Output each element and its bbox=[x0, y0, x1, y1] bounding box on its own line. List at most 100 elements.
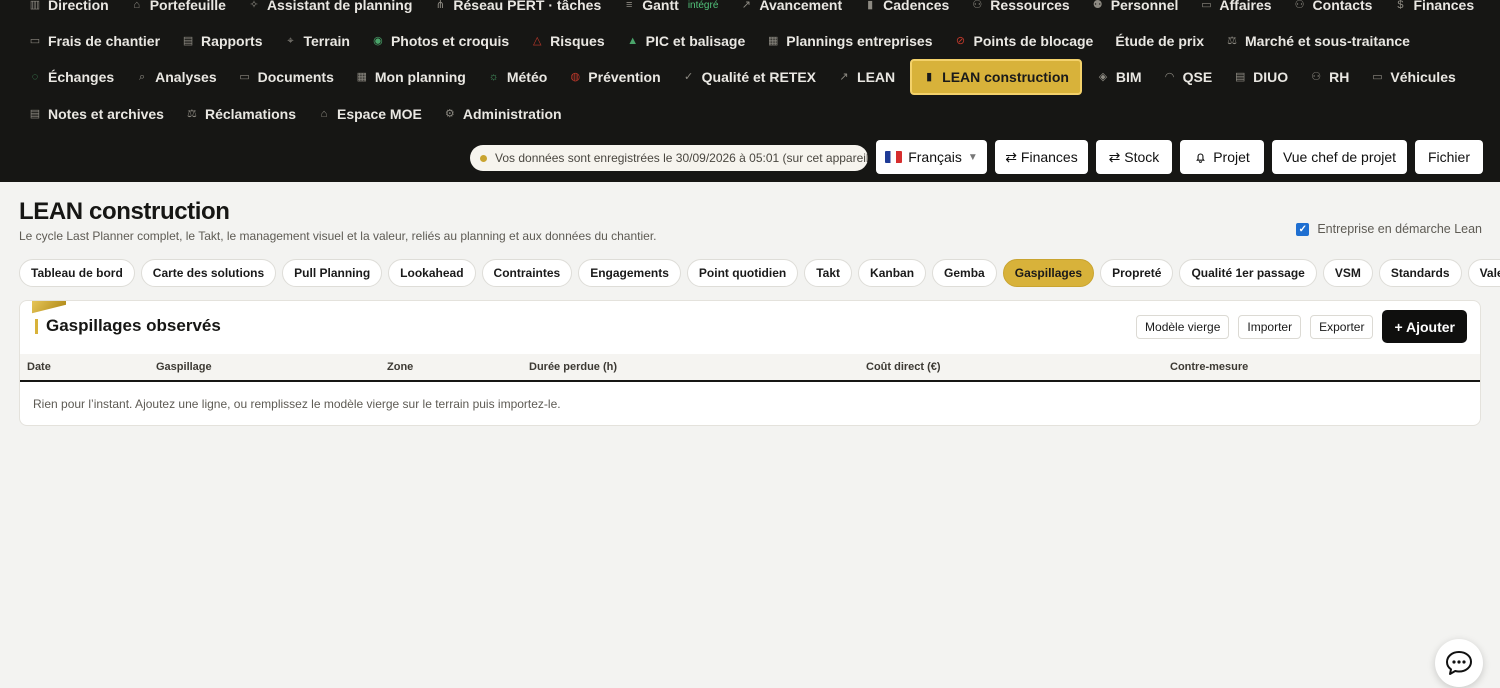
integrated-badge: intégré bbox=[687, 0, 719, 11]
lean-enterprise-label: Entreprise en démarche Lean bbox=[1317, 222, 1482, 236]
nav-item-personnel[interactable]: ⚉ Personnel bbox=[1081, 0, 1190, 20]
subtab-lookahead[interactable]: Lookahead bbox=[388, 259, 476, 287]
nav-item-risques[interactable]: △ Risques bbox=[520, 26, 615, 56]
nav-item-plannings-entreprises[interactable]: ▦ Plannings entreprises bbox=[756, 26, 943, 56]
subtab-engagements[interactable]: Engagements bbox=[578, 259, 681, 287]
vue-chef-projet-button[interactable]: Vue chef de projet bbox=[1272, 140, 1407, 174]
nav-item-assistant-de-planning[interactable]: ✧ Assistant de planning bbox=[237, 0, 423, 20]
subtab-contraintes[interactable]: Contraintes bbox=[481, 259, 573, 287]
nav-item-etude-de-prix[interactable]: Étude de prix bbox=[1104, 26, 1215, 56]
subtab-carte-des-solutions[interactable]: Carte des solutions bbox=[140, 259, 277, 287]
nav-item-rh[interactable]: ⚇ RH bbox=[1299, 62, 1360, 92]
lean-enterprise-checkbox[interactable]: ✓ Entreprise en démarche Lean bbox=[1296, 222, 1482, 236]
ticket-icon: ▭ bbox=[29, 35, 41, 47]
subtab-proprete[interactable]: Propreté bbox=[1100, 259, 1174, 287]
building-icon: ▥ bbox=[29, 0, 41, 11]
nav-item-bim[interactable]: ◈ BIM bbox=[1086, 62, 1153, 92]
top-navigation: ▥ Direction ⌂ Portefeuille ✧ Assistant de pla… bbox=[0, 0, 1500, 182]
column-header-zone[interactable]: Zone bbox=[387, 361, 413, 373]
save-status-text: Vos données sont enregistrées le 30/09/2… bbox=[495, 151, 868, 165]
nav-item-direction[interactable]: ▥ Direction bbox=[18, 0, 120, 20]
nav-item-lean-construction[interactable]: ▮ LEAN construction bbox=[910, 59, 1082, 95]
nav-item-qse[interactable]: ◠ QSE bbox=[1153, 62, 1224, 92]
nav-item-administration[interactable]: ⚙ Administration bbox=[433, 99, 573, 129]
fichier-button[interactable]: Fichier bbox=[1415, 140, 1483, 174]
nav-item-points-de-blocage[interactable]: ⊘ Points de blocage bbox=[944, 26, 1105, 56]
nav-item-label: Risques bbox=[550, 33, 605, 49]
nav-item-label: Échanges bbox=[48, 69, 115, 85]
language-label: Français bbox=[908, 149, 962, 165]
nav-item-notes-et-archives[interactable]: ▤ Notes et archives bbox=[18, 99, 175, 129]
nav-item-reseau-pert-taches[interactable]: ⋔ Réseau PERT · tâches bbox=[423, 0, 612, 20]
nav-item-label: Véhicules bbox=[1390, 69, 1456, 85]
nav-item-terrain[interactable]: ⌖ Terrain bbox=[274, 26, 361, 56]
finances-switch-button[interactable]: ⇄ Finances bbox=[995, 140, 1088, 174]
nav-item-label: Affaires bbox=[1219, 0, 1272, 13]
subtab-takt[interactable]: Takt bbox=[804, 259, 853, 287]
nav-item-cadences[interactable]: ▮ Cadences bbox=[853, 0, 960, 20]
subtab-gaspillages[interactable]: Gaspillages bbox=[1002, 259, 1095, 287]
column-header-date[interactable]: Date bbox=[27, 361, 51, 373]
nav-item-lean[interactable]: ↗ LEAN bbox=[827, 62, 906, 92]
projet-button[interactable]: Projet bbox=[1180, 140, 1264, 174]
nav-item-finances[interactable]: $ Finances bbox=[1383, 0, 1485, 20]
subtab-kanban[interactable]: Kanban bbox=[858, 259, 927, 287]
nav-item-ressources[interactable]: ⚇ Ressources bbox=[960, 0, 1080, 20]
nav-item-mon-planning[interactable]: ▦ Mon planning bbox=[345, 62, 477, 92]
subtab-gemba[interactable]: Gemba bbox=[932, 259, 997, 287]
language-select[interactable]: Français ▼ bbox=[876, 140, 987, 174]
template-button[interactable]: Modèle vierge bbox=[1136, 314, 1230, 339]
subtab-tableau-de-bord[interactable]: Tableau de bord bbox=[19, 259, 135, 287]
nav-item-portefeuille[interactable]: ⌂ Portefeuille bbox=[120, 0, 237, 20]
column-header-gaspillage[interactable]: Gaspillage bbox=[156, 361, 212, 373]
waste-card: Gaspillages observés Modèle vierge Impor… bbox=[19, 300, 1481, 426]
gantt-icon: ≡ bbox=[626, 0, 633, 11]
nav-item-espace-moe[interactable]: ⌂ Espace MOE bbox=[307, 99, 433, 129]
subtab-valeur[interactable]: Valeur bbox=[1467, 259, 1500, 287]
nav-item-affaires[interactable]: ▭ Affaires bbox=[1189, 0, 1282, 20]
nav-item-label: Administration bbox=[462, 106, 562, 122]
nav-item-analyses[interactable]: ⌕ Analyses bbox=[125, 62, 227, 92]
nav-item-label: RH bbox=[1329, 69, 1350, 85]
subtab-pull-planning[interactable]: Pull Planning bbox=[282, 259, 383, 287]
subtab-point-quotidien[interactable]: Point quotidien bbox=[686, 259, 799, 287]
chat-assistant-button[interactable] bbox=[1435, 639, 1483, 687]
nav-item-gantt[interactable]: ≡ Gantt intégré bbox=[612, 0, 729, 20]
nav-item-frais-de-chantier[interactable]: ▭ Frais de chantier bbox=[18, 26, 171, 56]
subtab-vsm[interactable]: VSM bbox=[1322, 259, 1373, 287]
column-header-cout[interactable]: Coût direct (€) bbox=[866, 361, 941, 373]
blocked-icon: ⊘ bbox=[955, 35, 966, 47]
contact-icon: ⚇ bbox=[1294, 0, 1305, 11]
shield-icon: ◍ bbox=[570, 71, 581, 83]
nav-item-vehicules[interactable]: ▭ Véhicules bbox=[1360, 62, 1466, 92]
nav-item-qualite-et-retex[interactable]: ✓ Qualité et RETEX bbox=[672, 62, 827, 92]
column-header-duree[interactable]: Durée perdue (h) bbox=[529, 361, 617, 373]
column-header-contre-mesure[interactable]: Contre-mesure bbox=[1170, 361, 1248, 373]
add-row-button[interactable]: + Ajouter bbox=[1382, 310, 1467, 343]
export-button[interactable]: Exporter bbox=[1310, 314, 1374, 339]
nav-item-photos-et-croquis[interactable]: ◉ Photos et croquis bbox=[361, 26, 520, 56]
nav-item-contacts[interactable]: ⚇ Contacts bbox=[1283, 0, 1384, 20]
nav-item-avancement[interactable]: ↗ Avancement bbox=[729, 0, 853, 20]
stock-switch-button[interactable]: ⇄ Stock bbox=[1096, 140, 1172, 174]
nav-item-pic-et-balisage[interactable]: ▲ PIC et balisage bbox=[616, 26, 757, 56]
nav-item-rapports[interactable]: ▤ Rapports bbox=[171, 26, 273, 56]
checkbox-checked-icon[interactable]: ✓ bbox=[1296, 222, 1310, 236]
nav-item-reclamations[interactable]: ⚖ Réclamations bbox=[175, 99, 307, 129]
nav-item-label: Rapports bbox=[201, 33, 263, 49]
nav-item-label: Personnel bbox=[1110, 0, 1179, 13]
import-button[interactable]: Importer bbox=[1238, 314, 1302, 339]
nav-item-documents[interactable]: ▭ Documents bbox=[228, 62, 345, 92]
nav-item-echanges[interactable]: ◌ Échanges bbox=[18, 62, 125, 92]
nav-item-marche-et-sous-traitance[interactable]: ⚖ Marché et sous-traitance bbox=[1215, 26, 1421, 56]
nav-item-label: Gantt bbox=[642, 0, 679, 13]
nav-item-prevention[interactable]: ◍ Prévention bbox=[558, 62, 671, 92]
calendar-icon: ▦ bbox=[356, 71, 368, 83]
subtab-qualite-1er-passage[interactable]: Qualité 1er passage bbox=[1179, 259, 1317, 287]
nav-item-meteo[interactable]: ☼ Météo bbox=[477, 62, 558, 92]
caret-down-icon: ▼ bbox=[967, 151, 978, 163]
nav-item-diuo[interactable]: ▤ DIUO bbox=[1223, 62, 1299, 92]
chat-icon: ◌ bbox=[31, 71, 39, 83]
subtab-standards[interactable]: Standards bbox=[1378, 259, 1462, 287]
nav-item-label: Qualité et RETEX bbox=[701, 69, 817, 85]
